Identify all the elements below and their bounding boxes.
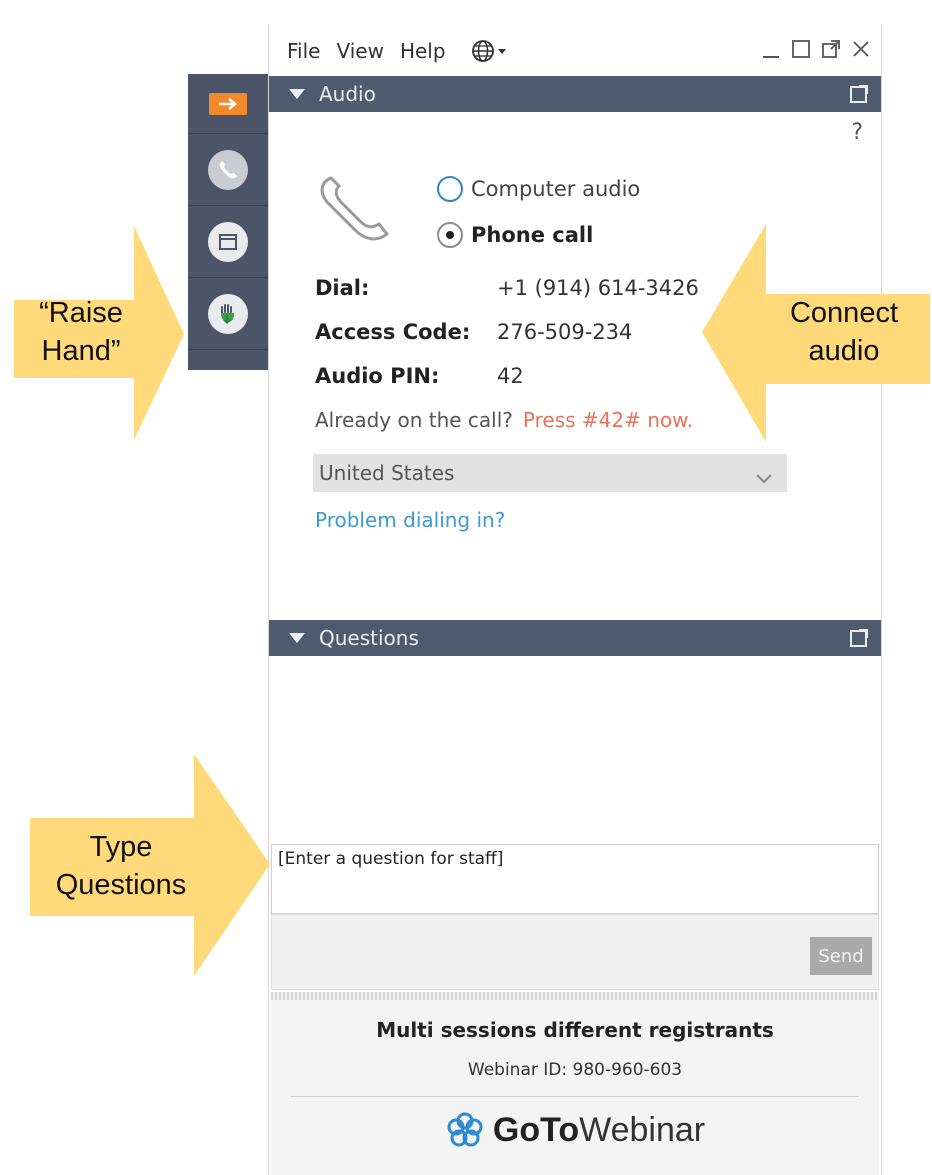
panel-popout-icon[interactable] — [849, 84, 869, 109]
connect-audio-line-1: Connect — [789, 297, 898, 329]
brand-wordmark: GoToWebinar — [493, 1111, 705, 1150]
press-pin-hint: Press #42# now. — [522, 408, 694, 432]
webinar-id: Webinar ID: 980-960-603 — [467, 1060, 683, 1080]
questions-log — [269, 656, 881, 844]
collapse-triangle-icon — [289, 633, 305, 643]
window-controls — [759, 36, 873, 62]
window-icon — [208, 221, 248, 262]
dial-number: +1 (914) 614-3426 — [497, 276, 699, 300]
raise-hand-callout-text: “Raise Hand” — [16, 294, 146, 370]
access-code-label: Access Code: — [315, 320, 471, 344]
phone-call-option[interactable]: Phone call — [437, 222, 593, 248]
brand-bold: GoTo — [492, 1110, 580, 1149]
send-bar: Send — [271, 914, 879, 990]
arrow-right-icon — [209, 92, 247, 115]
problem-dialing-link[interactable]: Problem dialing in? — [315, 508, 505, 532]
country-select[interactable]: United States — [313, 454, 787, 492]
type-questions-callout-text: Type Questions — [36, 828, 206, 904]
gotowebinar-flower-icon — [447, 1112, 483, 1147]
connect-audio-callout-text: Connect audio — [766, 294, 922, 370]
phone-handset-icon — [317, 172, 409, 250]
panel-popout-icon[interactable] — [849, 628, 869, 653]
menu-bar: File View Help — [269, 24, 881, 78]
audio-panel-title: Audio — [319, 82, 376, 106]
type-questions-line-1: Type — [89, 831, 153, 863]
session-footer: Multi sessions different registrants Web… — [271, 1000, 879, 1175]
already-on-call-question: Already on the call? — [315, 408, 513, 432]
connect-audio-line-2: audio — [808, 335, 880, 367]
phone-call-label: Phone call — [471, 223, 594, 247]
globe-icon — [471, 40, 494, 62]
close-icon[interactable] — [849, 36, 873, 62]
type-questions-callout: Type Questions — [26, 752, 272, 978]
computer-audio-label: Computer audio — [471, 177, 641, 201]
audio-pin-label: Audio PIN: — [315, 364, 440, 388]
questions-panel-title: Questions — [319, 626, 419, 650]
audio-toggle-button[interactable] — [188, 134, 268, 206]
gotowebinar-logo: GoToWebinar — [271, 1110, 879, 1150]
computer-audio-radio[interactable] — [437, 176, 463, 202]
send-button[interactable]: Send — [810, 937, 872, 975]
dial-label: Dial: — [315, 276, 370, 300]
menu-help[interactable]: Help — [400, 39, 446, 63]
phone-call-radio[interactable] — [437, 222, 463, 248]
chevron-down-icon — [755, 466, 773, 490]
computer-audio-option[interactable]: Computer audio — [437, 176, 640, 202]
popout-icon[interactable] — [819, 36, 843, 62]
webinar-control-panel: File View Help Audio ? Computer audio Ph… — [268, 24, 882, 1175]
access-code-value: 276-509-234 — [497, 320, 633, 344]
raise-hand-icon — [208, 293, 248, 334]
menu-view[interactable]: View — [336, 39, 383, 63]
audio-panel-header[interactable]: Audio — [269, 76, 881, 112]
help-icon[interactable]: ? — [851, 120, 863, 145]
screen-view-button[interactable] — [188, 206, 268, 278]
questions-panel-header[interactable]: Questions — [269, 620, 881, 656]
collapse-triangle-icon — [289, 89, 305, 99]
raise-hand-button[interactable] — [188, 278, 268, 350]
maximize-icon[interactable] — [789, 36, 813, 62]
raise-hand-line-1: “Raise — [39, 297, 123, 329]
country-select-value: United States — [319, 461, 455, 485]
menu-file[interactable]: File — [287, 39, 320, 63]
brand-rest: Webinar — [579, 1110, 706, 1149]
type-questions-line-2: Questions — [55, 869, 187, 901]
session-name: Multi sessions different registrants — [376, 1018, 774, 1042]
question-input[interactable]: [Enter a question for staff] — [271, 844, 879, 914]
footer-rule — [291, 1096, 859, 1097]
side-toolbar — [188, 74, 268, 370]
minimize-icon[interactable] — [759, 36, 783, 62]
raise-hand-callout: “Raise Hand” — [8, 222, 186, 442]
connect-audio-callout: Connect audio — [700, 222, 932, 444]
caret-down-icon — [497, 49, 506, 54]
footer-divider — [271, 992, 879, 1000]
collapse-panel-button[interactable] — [188, 74, 268, 134]
phone-icon — [208, 149, 248, 190]
raise-hand-line-2: Hand” — [41, 335, 121, 367]
already-on-call-text: Already on the call? Press #42# now. — [315, 408, 693, 432]
language-menu[interactable] — [470, 38, 508, 64]
audio-pin-value: 42 — [497, 364, 524, 388]
